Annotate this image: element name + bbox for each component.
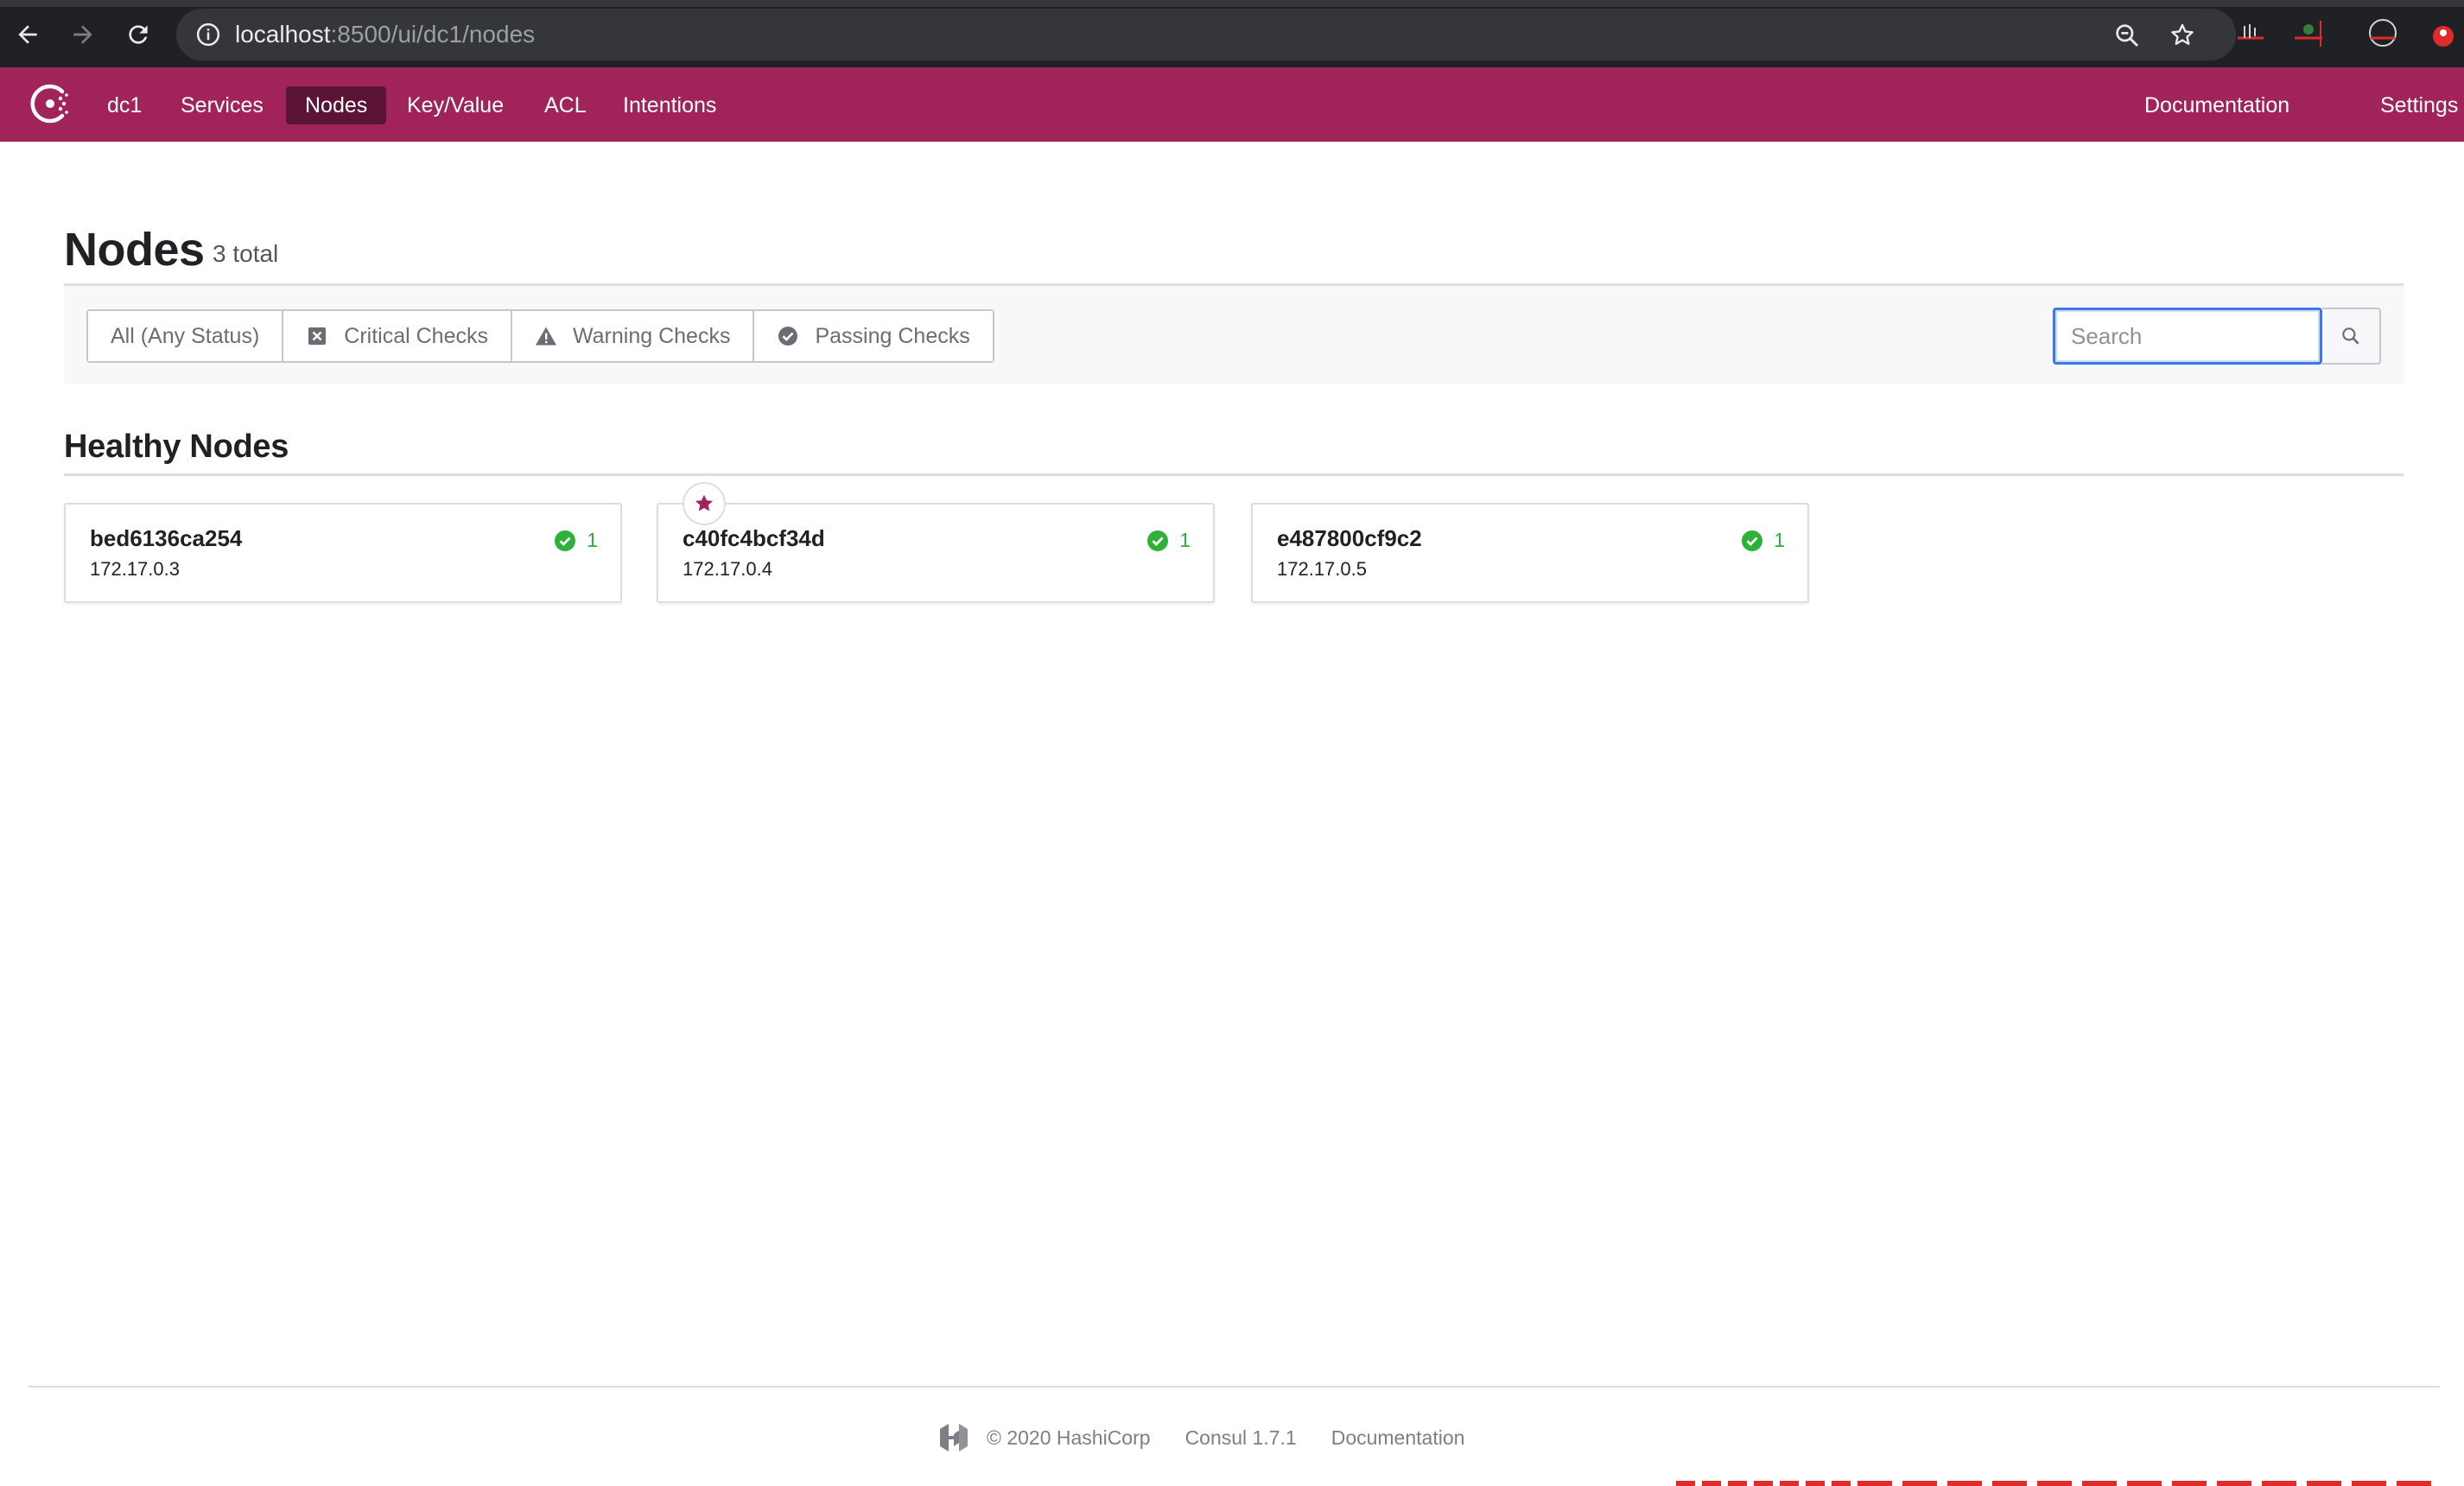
filter-label: Passing Checks <box>815 323 970 348</box>
node-name: e487800cf9c2 <box>1277 525 1422 551</box>
url-text: localhost:8500/ui/dc1/nodes <box>235 20 535 49</box>
nav-acl[interactable]: ACL <box>525 86 606 124</box>
passing-check-icon <box>1147 530 1169 551</box>
consul-logo-icon[interactable] <box>26 79 74 128</box>
filter-label: All (Any Status) <box>111 323 260 348</box>
consul-top-nav: dc1 Services Nodes Key/Value ACL Intenti… <box>0 67 2464 142</box>
leader-badge <box>683 482 726 525</box>
node-address: 172.17.0.3 <box>90 558 180 580</box>
url-path: :8500/ui/dc1/nodes <box>330 21 536 48</box>
passing-check-icon <box>777 325 799 347</box>
passing-count: 1 <box>1774 529 1785 551</box>
node-card[interactable]: c40fc4bcf34d 172.17.0.4 1 <box>657 503 1215 603</box>
search-input[interactable] <box>2053 308 2322 365</box>
passing-count: 1 <box>587 529 598 551</box>
datacenter-selector[interactable]: dc1 <box>88 86 161 124</box>
footer-documentation-link[interactable]: Documentation <box>1331 1426 1465 1450</box>
copyright-text: © 2020 HashiCorp <box>987 1426 1151 1449</box>
hashicorp-logo-icon[interactable] <box>937 1420 971 1455</box>
nav-key-value[interactable]: Key/Value <box>388 86 523 124</box>
version-text[interactable]: Consul 1.7.1 <box>1185 1426 1297 1450</box>
footer: © 2020 HashiCorp Consul 1.7.1 Documentat… <box>937 1420 1464 1455</box>
search-button[interactable] <box>2322 308 2381 365</box>
passing-check-icon <box>555 530 576 551</box>
address-bar[interactable]: localhost:8500/ui/dc1/nodes <box>176 9 2236 60</box>
node-address: 172.17.0.5 <box>1277 558 1367 580</box>
filter-label: Warning Checks <box>572 323 731 348</box>
zoom-icon[interactable] <box>2113 22 2141 49</box>
node-count: 3 total <box>213 240 279 267</box>
critical-x-icon <box>306 325 328 347</box>
warning-triangle-icon <box>535 325 557 347</box>
nav-settings[interactable]: Settings <box>2361 86 2464 124</box>
profile-avatar-icon[interactable] <box>2366 17 2400 50</box>
search-icon <box>2342 327 2359 345</box>
extension-icon[interactable] <box>2424 17 2459 50</box>
leader-star-icon <box>695 494 714 511</box>
passing-checks-count: 1 <box>1146 529 1191 552</box>
passing-checks-count: 1 <box>554 529 598 552</box>
passing-count: 1 <box>1179 529 1191 551</box>
url-host: localhost <box>235 21 331 48</box>
bookmark-star-icon[interactable] <box>2169 22 2196 49</box>
nav-documentation[interactable]: Documentation <box>2125 86 2308 124</box>
filter-all[interactable]: All (Any Status) <box>88 311 283 361</box>
section-title: Healthy Nodes <box>64 429 289 465</box>
browser-toolbar: localhost:8500/ui/dc1/nodes <box>0 0 2464 67</box>
arrow-right-icon <box>73 25 92 44</box>
extension-icon[interactable] <box>2291 17 2326 50</box>
footer-divider <box>28 1386 2440 1388</box>
watermark-overlay <box>1676 1448 2464 1486</box>
passing-checks-count: 1 <box>1741 529 1785 552</box>
nav-nodes[interactable]: Nodes <box>286 86 387 124</box>
reload-icon <box>129 25 148 44</box>
reload-button[interactable] <box>119 16 157 54</box>
node-card[interactable]: e487800cf9c2 172.17.0.5 1 <box>1251 503 1809 603</box>
node-name: bed6136ca254 <box>90 525 243 551</box>
filter-critical[interactable]: Critical Checks <box>282 311 511 361</box>
status-filter-group: All (Any Status) Critical Checks Warning… <box>86 309 994 363</box>
nav-services[interactable]: Services <box>162 86 283 124</box>
filter-label: Critical Checks <box>344 323 488 348</box>
passing-check-icon <box>1742 530 1763 551</box>
forward-button[interactable] <box>64 16 102 54</box>
filter-passing[interactable]: Passing Checks <box>753 311 993 361</box>
arrow-left-icon <box>18 25 37 44</box>
extension-icon[interactable] <box>2232 17 2267 50</box>
page-title: Nodes <box>64 224 205 276</box>
node-name: c40fc4bcf34d <box>683 525 825 551</box>
nav-intentions[interactable]: Intentions <box>604 86 735 124</box>
info-icon[interactable] <box>195 22 221 48</box>
node-address: 172.17.0.4 <box>683 558 772 580</box>
filter-warning[interactable]: Warning Checks <box>510 311 753 361</box>
back-button[interactable] <box>9 16 47 54</box>
node-card[interactable]: bed6136ca254 172.17.0.3 1 <box>64 503 622 603</box>
divider <box>64 473 2404 476</box>
tab-strip <box>0 0 2464 7</box>
